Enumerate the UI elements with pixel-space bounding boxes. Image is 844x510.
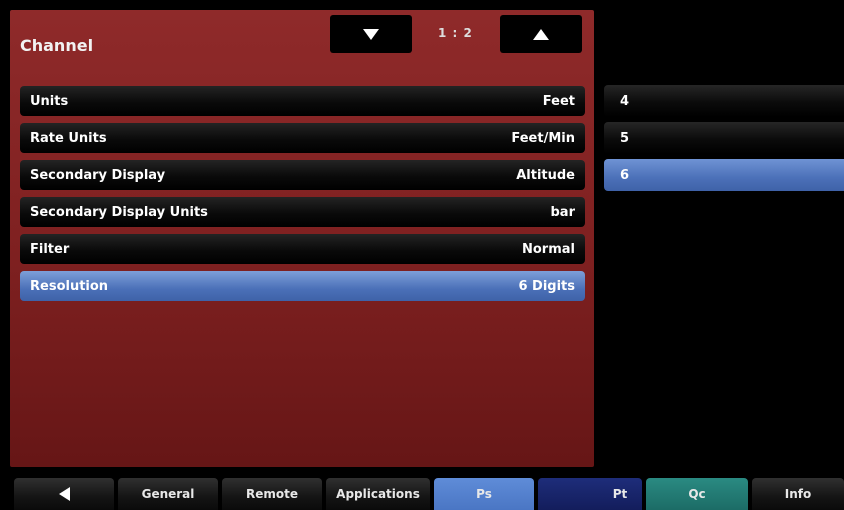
setting-label: Units (30, 93, 69, 109)
triangle-left-icon (58, 487, 70, 501)
setting-row-rate-units[interactable]: Rate Units Feet/Min (20, 123, 585, 153)
tab-ps[interactable]: Ps (434, 478, 534, 510)
setting-label: Secondary Display (30, 167, 166, 183)
tab-applications[interactable]: Applications (326, 478, 430, 510)
setting-label: Filter (30, 241, 70, 257)
back-button[interactable] (14, 478, 114, 510)
setting-label: Resolution (30, 278, 109, 294)
setting-row-secondary-display[interactable]: Secondary Display Altitude (20, 160, 585, 190)
option-item-6[interactable]: 6 (604, 159, 844, 191)
channel-panel: Channel 1 : 2 Units Feet Rate Units Feet… (10, 10, 594, 467)
setting-label: Secondary Display Units (30, 204, 208, 220)
tab-label: Info (784, 487, 812, 501)
tab-label: Applications (336, 487, 420, 501)
tab-label: General (141, 487, 195, 501)
tab-general[interactable]: General (118, 478, 218, 510)
setting-row-secondary-display-units[interactable]: Secondary Display Units bar (20, 197, 585, 227)
tab-remote[interactable]: Remote (222, 478, 322, 510)
tab-label: Qc (688, 487, 706, 501)
option-label: 5 (620, 130, 630, 146)
tab-qc[interactable]: Qc (646, 478, 748, 510)
setting-value: Feet (542, 93, 575, 109)
tab-info[interactable]: Info (752, 478, 844, 510)
setting-label: Rate Units (30, 130, 107, 146)
setting-row-units[interactable]: Units Feet (20, 86, 585, 116)
tab-label: Pt (612, 487, 628, 501)
tab-bar: General Remote Applications Ps Pt Qc Inf… (10, 478, 844, 510)
page-title: Channel (20, 36, 94, 55)
tab-pt[interactable]: Pt (538, 478, 642, 510)
setting-row-filter[interactable]: Filter Normal (20, 234, 585, 264)
tab-label: Ps (476, 487, 492, 501)
triangle-up-icon (533, 28, 549, 40)
page-indicator: 1 : 2 (438, 26, 473, 40)
setting-value: bar (550, 204, 576, 220)
setting-value: 6 Digits (518, 278, 575, 294)
page-down-button[interactable] (330, 15, 412, 53)
setting-value: Feet/Min (511, 130, 575, 146)
option-item-4[interactable]: 4 (604, 85, 844, 117)
option-item-5[interactable]: 5 (604, 122, 844, 154)
option-label: 4 (620, 93, 630, 109)
triangle-down-icon (363, 28, 379, 40)
page-up-button[interactable] (500, 15, 582, 53)
setting-value: Normal (522, 241, 575, 257)
setting-value: Altitude (516, 167, 575, 183)
setting-row-resolution[interactable]: Resolution 6 Digits (20, 271, 585, 301)
option-label: 6 (620, 167, 630, 183)
tab-label: Remote (245, 487, 298, 501)
